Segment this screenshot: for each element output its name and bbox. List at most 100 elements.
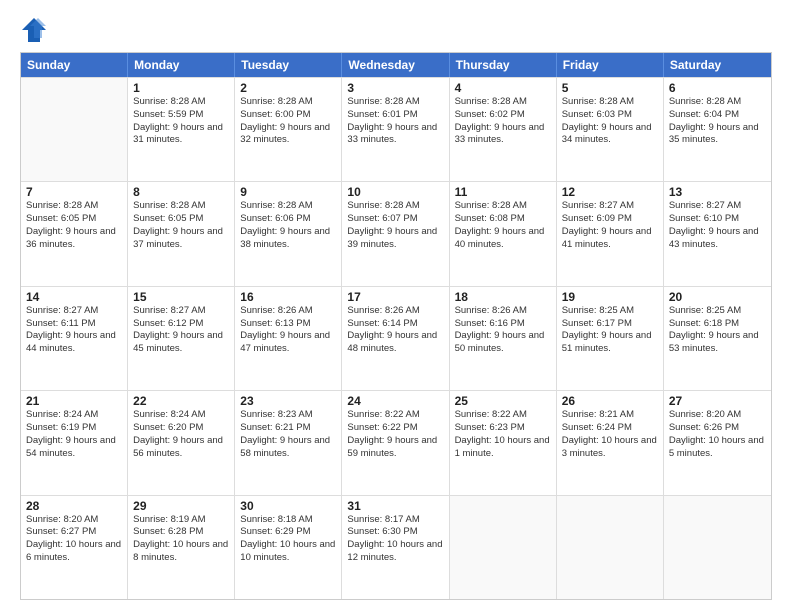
daylight-text: Daylight: 9 hours and 36 minutes. [26, 226, 122, 252]
daylight-text: Daylight: 9 hours and 33 minutes. [347, 122, 443, 148]
calendar-cell: 11Sunrise: 8:28 AMSunset: 6:08 PMDayligh… [450, 182, 557, 285]
calendar-cell: 29Sunrise: 8:19 AMSunset: 6:28 PMDayligh… [128, 496, 235, 599]
calendar-cell: 23Sunrise: 8:23 AMSunset: 6:21 PMDayligh… [235, 391, 342, 494]
day-number: 27 [669, 394, 766, 408]
sunset-text: Sunset: 6:06 PM [240, 213, 336, 226]
daylight-text: Daylight: 9 hours and 59 minutes. [347, 435, 443, 461]
daylight-text: Daylight: 9 hours and 35 minutes. [669, 122, 766, 148]
day-number: 6 [669, 81, 766, 95]
calendar-header-day: Sunday [21, 53, 128, 77]
calendar-cell: 1Sunrise: 8:28 AMSunset: 5:59 PMDaylight… [128, 78, 235, 181]
calendar-cell: 24Sunrise: 8:22 AMSunset: 6:22 PMDayligh… [342, 391, 449, 494]
day-number: 4 [455, 81, 551, 95]
calendar-cell: 21Sunrise: 8:24 AMSunset: 6:19 PMDayligh… [21, 391, 128, 494]
calendar-cell: 9Sunrise: 8:28 AMSunset: 6:06 PMDaylight… [235, 182, 342, 285]
calendar-cell: 16Sunrise: 8:26 AMSunset: 6:13 PMDayligh… [235, 287, 342, 390]
daylight-text: Daylight: 9 hours and 43 minutes. [669, 226, 766, 252]
daylight-text: Daylight: 9 hours and 38 minutes. [240, 226, 336, 252]
day-number: 1 [133, 81, 229, 95]
sunrise-text: Sunrise: 8:28 AM [240, 96, 336, 109]
daylight-text: Daylight: 9 hours and 37 minutes. [133, 226, 229, 252]
day-number: 20 [669, 290, 766, 304]
sunrise-text: Sunrise: 8:22 AM [347, 409, 443, 422]
sunrise-text: Sunrise: 8:27 AM [669, 200, 766, 213]
daylight-text: Daylight: 9 hours and 53 minutes. [669, 330, 766, 356]
calendar-week-row: 7Sunrise: 8:28 AMSunset: 6:05 PMDaylight… [21, 181, 771, 285]
sunset-text: Sunset: 6:09 PM [562, 213, 658, 226]
sunrise-text: Sunrise: 8:28 AM [455, 96, 551, 109]
daylight-text: Daylight: 9 hours and 32 minutes. [240, 122, 336, 148]
day-number: 26 [562, 394, 658, 408]
daylight-text: Daylight: 9 hours and 41 minutes. [562, 226, 658, 252]
calendar-cell: 18Sunrise: 8:26 AMSunset: 6:16 PMDayligh… [450, 287, 557, 390]
sunset-text: Sunset: 6:02 PM [455, 109, 551, 122]
calendar-cell: 8Sunrise: 8:28 AMSunset: 6:05 PMDaylight… [128, 182, 235, 285]
sunrise-text: Sunrise: 8:25 AM [669, 305, 766, 318]
day-number: 16 [240, 290, 336, 304]
calendar-cell: 22Sunrise: 8:24 AMSunset: 6:20 PMDayligh… [128, 391, 235, 494]
sunrise-text: Sunrise: 8:28 AM [240, 200, 336, 213]
sunset-text: Sunset: 6:12 PM [133, 318, 229, 331]
calendar-body: 1Sunrise: 8:28 AMSunset: 5:59 PMDaylight… [21, 77, 771, 599]
sunset-text: Sunset: 6:01 PM [347, 109, 443, 122]
day-number: 19 [562, 290, 658, 304]
sunrise-text: Sunrise: 8:28 AM [26, 200, 122, 213]
calendar-cell [557, 496, 664, 599]
day-number: 15 [133, 290, 229, 304]
daylight-text: Daylight: 9 hours and 50 minutes. [455, 330, 551, 356]
daylight-text: Daylight: 9 hours and 45 minutes. [133, 330, 229, 356]
sunset-text: Sunset: 6:18 PM [669, 318, 766, 331]
calendar-cell: 20Sunrise: 8:25 AMSunset: 6:18 PMDayligh… [664, 287, 771, 390]
sunset-text: Sunset: 6:22 PM [347, 422, 443, 435]
day-number: 2 [240, 81, 336, 95]
daylight-text: Daylight: 9 hours and 47 minutes. [240, 330, 336, 356]
sunset-text: Sunset: 6:17 PM [562, 318, 658, 331]
calendar-cell: 3Sunrise: 8:28 AMSunset: 6:01 PMDaylight… [342, 78, 449, 181]
daylight-text: Daylight: 10 hours and 3 minutes. [562, 435, 658, 461]
daylight-text: Daylight: 9 hours and 44 minutes. [26, 330, 122, 356]
logo-icon [20, 16, 48, 44]
day-number: 10 [347, 185, 443, 199]
calendar-cell: 10Sunrise: 8:28 AMSunset: 6:07 PMDayligh… [342, 182, 449, 285]
calendar-cell: 19Sunrise: 8:25 AMSunset: 6:17 PMDayligh… [557, 287, 664, 390]
daylight-text: Daylight: 9 hours and 48 minutes. [347, 330, 443, 356]
sunrise-text: Sunrise: 8:27 AM [133, 305, 229, 318]
sunrise-text: Sunrise: 8:17 AM [347, 514, 443, 527]
sunrise-text: Sunrise: 8:28 AM [133, 96, 229, 109]
day-number: 5 [562, 81, 658, 95]
calendar-cell: 26Sunrise: 8:21 AMSunset: 6:24 PMDayligh… [557, 391, 664, 494]
sunset-text: Sunset: 6:29 PM [240, 526, 336, 539]
sunrise-text: Sunrise: 8:28 AM [562, 96, 658, 109]
calendar-header-day: Monday [128, 53, 235, 77]
daylight-text: Daylight: 9 hours and 51 minutes. [562, 330, 658, 356]
logo-area [20, 16, 50, 44]
calendar-cell: 14Sunrise: 8:27 AMSunset: 6:11 PMDayligh… [21, 287, 128, 390]
calendar-header-day: Saturday [664, 53, 771, 77]
day-number: 7 [26, 185, 122, 199]
day-number: 9 [240, 185, 336, 199]
sunset-text: Sunset: 6:26 PM [669, 422, 766, 435]
header [20, 16, 772, 44]
calendar-cell: 5Sunrise: 8:28 AMSunset: 6:03 PMDaylight… [557, 78, 664, 181]
calendar: SundayMondayTuesdayWednesdayThursdayFrid… [20, 52, 772, 600]
sunset-text: Sunset: 6:27 PM [26, 526, 122, 539]
calendar-cell: 25Sunrise: 8:22 AMSunset: 6:23 PMDayligh… [450, 391, 557, 494]
day-number: 21 [26, 394, 122, 408]
daylight-text: Daylight: 9 hours and 54 minutes. [26, 435, 122, 461]
day-number: 25 [455, 394, 551, 408]
sunrise-text: Sunrise: 8:20 AM [669, 409, 766, 422]
sunrise-text: Sunrise: 8:24 AM [26, 409, 122, 422]
sunrise-text: Sunrise: 8:26 AM [240, 305, 336, 318]
sunset-text: Sunset: 6:07 PM [347, 213, 443, 226]
daylight-text: Daylight: 9 hours and 39 minutes. [347, 226, 443, 252]
calendar-cell [450, 496, 557, 599]
day-number: 12 [562, 185, 658, 199]
calendar-header-day: Thursday [450, 53, 557, 77]
page: SundayMondayTuesdayWednesdayThursdayFrid… [0, 0, 792, 612]
sunset-text: Sunset: 5:59 PM [133, 109, 229, 122]
calendar-cell: 17Sunrise: 8:26 AMSunset: 6:14 PMDayligh… [342, 287, 449, 390]
sunset-text: Sunset: 6:23 PM [455, 422, 551, 435]
day-number: 30 [240, 499, 336, 513]
day-number: 13 [669, 185, 766, 199]
sunset-text: Sunset: 6:14 PM [347, 318, 443, 331]
